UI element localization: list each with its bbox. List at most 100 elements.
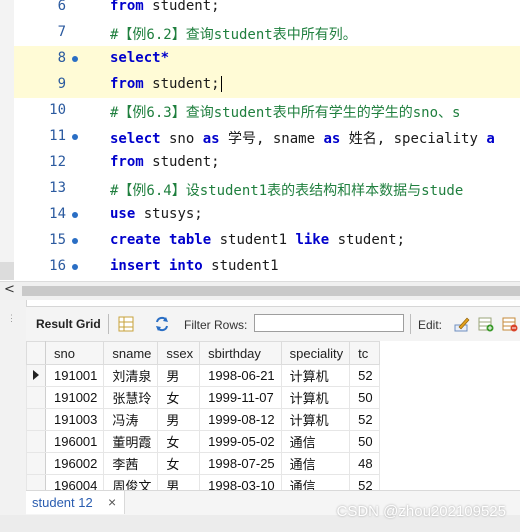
table-cell[interactable]: 张慧玲 bbox=[103, 386, 159, 409]
add-row-icon[interactable] bbox=[478, 316, 494, 332]
code-line[interactable]: 11 select sno as 学号, sname as 姓名, special… bbox=[14, 124, 520, 150]
splitter-grip-icon: ⋮ bbox=[7, 314, 16, 324]
code-text[interactable]: #【例6.4】设student1表的表结构和样本数据与stude bbox=[110, 180, 463, 200]
table-cell[interactable]: 191003 bbox=[44, 408, 105, 431]
table-row[interactable]: 191002 张慧玲女 1999-11-07 计算机 50 bbox=[26, 386, 380, 409]
result-grid-button[interactable]: Result Grid bbox=[36, 317, 101, 331]
table-cell[interactable]: 刘清泉 bbox=[103, 364, 159, 387]
table-cell[interactable]: 52 bbox=[349, 364, 380, 387]
close-icon[interactable]: × bbox=[108, 494, 116, 510]
column-header-sbirthday[interactable]: sbirthday bbox=[199, 341, 282, 365]
code-line[interactable]: 15 create table student1 like student; bbox=[14, 228, 520, 254]
grid-layout-icon[interactable] bbox=[118, 316, 134, 332]
statement-marker-icon[interactable] bbox=[72, 238, 78, 244]
code-line[interactable]: 16 insert into student1 bbox=[14, 254, 520, 280]
code-line[interactable]: 12 from student; bbox=[14, 150, 520, 176]
keyword-token: a bbox=[486, 131, 495, 147]
table-cell[interactable]: 通信 bbox=[280, 430, 351, 453]
code-text[interactable]: select* bbox=[110, 50, 169, 66]
delete-row-icon[interactable] bbox=[502, 316, 518, 332]
result-grid[interactable]: sno sname ssex sbirthday speciality tc 191001… bbox=[26, 341, 520, 497]
table-cell[interactable]: 女 bbox=[157, 430, 201, 453]
sql-editor[interactable]: 6 from student; 7 #【例6.2】查询student表中所有列。 8 se… bbox=[0, 0, 520, 280]
table-row[interactable]: 191001 刘清泉男 1998-06-21 计算机 52 bbox=[26, 364, 380, 387]
code-line[interactable]: 8 select* bbox=[14, 46, 520, 72]
table-row[interactable]: 196001 董明霞女 1999-05-02 通信 50 bbox=[26, 430, 380, 453]
table-cell[interactable]: 男 bbox=[157, 408, 201, 431]
code-line[interactable]: 10 #【例6.3】查询student表中所有学生的学生的sno、s bbox=[14, 98, 520, 124]
code-line[interactable]: 14 use stusys; bbox=[14, 202, 520, 228]
table-cell[interactable]: 50 bbox=[349, 430, 380, 453]
table-cell[interactable]: 通信 bbox=[280, 452, 351, 475]
panel-splitter[interactable]: ⋮ bbox=[0, 300, 27, 515]
statement-marker-icon[interactable] bbox=[72, 264, 78, 270]
code-text[interactable]: #【例6.3】查询student表中所有学生的学生的sno、s bbox=[110, 102, 460, 122]
code-line[interactable]: 9 from student; bbox=[14, 72, 520, 98]
table-cell[interactable]: 男 bbox=[157, 364, 201, 387]
table-cell[interactable]: 董明霞 bbox=[103, 430, 159, 453]
code-token: 学号, sname bbox=[219, 131, 324, 147]
table-cell[interactable]: 1998-06-21 bbox=[199, 364, 282, 387]
code-line[interactable]: 6 from student; bbox=[14, 0, 520, 20]
tab-student-12[interactable]: student 12 × bbox=[26, 491, 125, 514]
refresh-icon[interactable] bbox=[154, 316, 170, 332]
code-text[interactable]: #【例6.2】查询student表中所有列。 bbox=[110, 24, 357, 44]
editor-left-margin bbox=[0, 0, 14, 280]
table-cell[interactable]: 李茜 bbox=[103, 452, 159, 475]
statement-marker-icon[interactable] bbox=[72, 134, 78, 140]
code-text[interactable]: from student; bbox=[110, 0, 220, 14]
table-cell[interactable]: 女 bbox=[157, 452, 201, 475]
line-number: 11 bbox=[49, 128, 66, 144]
table-cell[interactable]: 计算机 bbox=[280, 386, 351, 409]
column-header-sno[interactable]: sno bbox=[44, 341, 105, 365]
table-cell[interactable]: 1999-05-02 bbox=[199, 430, 282, 453]
code-text[interactable]: insert into student1 bbox=[110, 258, 279, 274]
keyword-token: as bbox=[323, 131, 341, 147]
toolbar-divider bbox=[410, 314, 411, 334]
table-cell[interactable]: 女 bbox=[157, 386, 201, 409]
keyword-token: from bbox=[110, 0, 144, 14]
column-header-speciality[interactable]: speciality bbox=[280, 341, 351, 365]
code-token: student1 bbox=[202, 258, 279, 274]
column-header-ssex[interactable]: ssex bbox=[157, 341, 201, 365]
code-text[interactable]: from student; bbox=[110, 76, 222, 92]
code-line[interactable]: 7 #【例6.2】查询student表中所有列。 bbox=[14, 20, 520, 46]
scroll-left-icon[interactable]: < bbox=[4, 282, 15, 297]
table-cell[interactable]: 冯涛 bbox=[103, 408, 159, 431]
line-number: 16 bbox=[49, 258, 66, 274]
table-cell[interactable]: 196002 bbox=[44, 452, 105, 475]
row-indicator[interactable] bbox=[26, 452, 46, 475]
code-text[interactable]: create table student1 like student; bbox=[110, 232, 405, 248]
table-cell[interactable]: 191001 bbox=[44, 364, 105, 387]
table-cell[interactable]: 计算机 bbox=[280, 408, 351, 431]
table-cell[interactable]: 191002 bbox=[44, 386, 105, 409]
table-cell[interactable]: 196001 bbox=[44, 430, 105, 453]
scroll-thumb[interactable] bbox=[22, 286, 520, 296]
code-text[interactable]: from student; bbox=[110, 154, 220, 170]
code-text[interactable]: use stusys; bbox=[110, 206, 203, 222]
statement-marker-icon[interactable] bbox=[72, 212, 78, 218]
row-indicator[interactable] bbox=[26, 386, 46, 409]
comment-token: #【例6.4】设student1表的表结构和样本数据与stude bbox=[110, 183, 464, 199]
editor-horizontal-scrollbar[interactable]: < bbox=[0, 281, 520, 300]
code-text[interactable]: select sno as 学号, sname as 姓名, specialit… bbox=[110, 128, 495, 148]
table-row[interactable]: 196002 李茜女 1998-07-25 通信 48 bbox=[26, 452, 380, 475]
table-cell[interactable]: 1998-07-25 bbox=[199, 452, 282, 475]
row-indicator[interactable] bbox=[26, 364, 46, 387]
statement-marker-icon[interactable] bbox=[72, 56, 78, 62]
table-cell[interactable]: 1999-11-07 bbox=[199, 386, 282, 409]
table-cell[interactable]: 1999-08-12 bbox=[199, 408, 282, 431]
table-cell[interactable]: 52 bbox=[349, 408, 380, 431]
table-cell[interactable]: 48 bbox=[349, 452, 380, 475]
column-header-sname[interactable]: sname bbox=[103, 341, 159, 365]
column-header-tc[interactable]: tc bbox=[349, 341, 380, 365]
code-token: 姓名, speciality bbox=[340, 131, 487, 147]
row-indicator[interactable] bbox=[26, 430, 46, 453]
edit-pencil-icon[interactable] bbox=[454, 316, 470, 332]
row-indicator[interactable] bbox=[26, 408, 46, 431]
table-cell[interactable]: 计算机 bbox=[280, 364, 351, 387]
code-line[interactable]: 13 #【例6.4】设student1表的表结构和样本数据与stude bbox=[14, 176, 520, 202]
table-cell[interactable]: 50 bbox=[349, 386, 380, 409]
filter-rows-input[interactable] bbox=[254, 314, 404, 332]
table-row[interactable]: 191003 冯涛男 1999-08-12 计算机 52 bbox=[26, 408, 380, 431]
